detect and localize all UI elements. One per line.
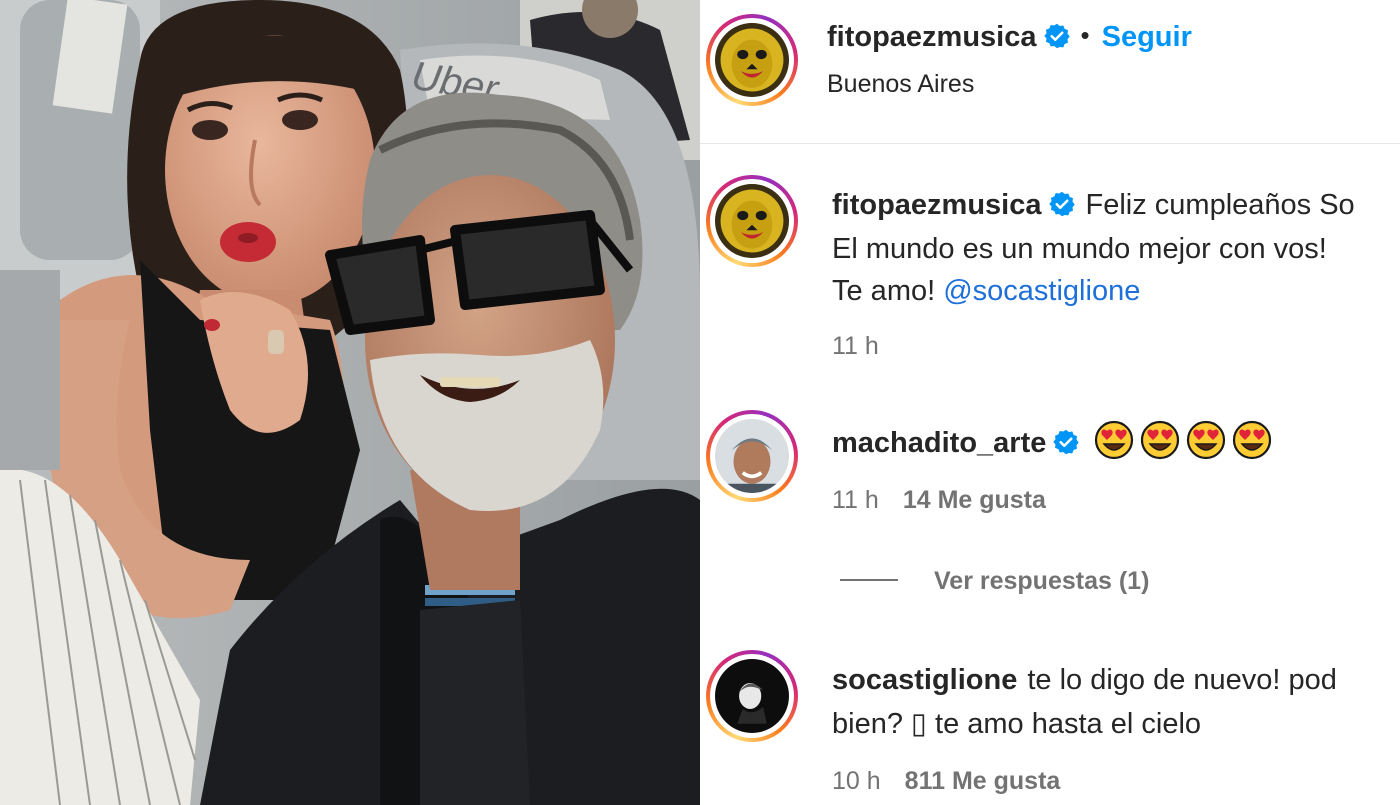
caption-avatar[interactable]	[706, 175, 798, 267]
lion-avatar-icon	[715, 184, 789, 258]
comment-text: te lo digo de nuevo! pod	[1027, 664, 1337, 696]
replies-line-divider	[840, 579, 898, 581]
caption-username[interactable]: fitopaezmusica	[832, 189, 1042, 221]
caption-time[interactable]: 11 h	[832, 332, 879, 360]
commenter-avatar[interactable]	[706, 410, 798, 502]
mention-link[interactable]: @socastiglione	[943, 275, 1140, 307]
commenter-avatar[interactable]	[706, 650, 798, 742]
caption-text: Feliz cumpleaños So	[1085, 189, 1355, 221]
selfie-image: Uber	[0, 0, 700, 805]
comment-2-line-1: socastiglione te lo digo de nuevo! pod	[832, 659, 1337, 701]
caption-timestamp: 11 h	[832, 332, 879, 361]
poster-username[interactable]: fitopaezmusica	[827, 21, 1037, 53]
comment-1-meta: 11 h 14 Me gusta	[832, 486, 1046, 515]
view-replies-button[interactable]: Ver respuestas (1)	[840, 567, 1149, 596]
follow-button[interactable]: Seguir	[1102, 21, 1192, 53]
post-photo[interactable]: Uber	[0, 0, 700, 805]
verified-badge-icon	[1048, 190, 1076, 218]
commenter-username[interactable]: machadito_arte	[832, 427, 1046, 459]
post-details-panel: fitopaezmusica • Seguir Buenos Aires fitop…	[700, 0, 1400, 805]
heart-eyes-emoji-icon	[1232, 420, 1272, 460]
caption-line-1: fitopaezmusica Feliz cumpleaños So	[832, 184, 1355, 226]
verified-badge-icon	[1052, 428, 1080, 456]
person-avatar-icon	[715, 659, 789, 733]
lion-avatar-icon	[715, 23, 789, 97]
comment-1-emojis	[1088, 420, 1272, 460]
poster-avatar[interactable]	[706, 14, 798, 106]
verified-badge-icon	[1043, 22, 1071, 50]
caption-line-3: Te amo! @socastiglione	[832, 270, 1140, 312]
heart-eyes-emoji-icon	[1094, 420, 1134, 460]
caption-line-2: El mundo es un mundo mejor con vos!	[832, 233, 1327, 265]
comment-2-meta: 10 h 811 Me gusta	[832, 767, 1060, 796]
comment-time[interactable]: 10 h	[832, 767, 881, 795]
commenter-username[interactable]: socastiglione	[832, 664, 1017, 696]
comment-2-line-2: bien? ▯ te amo hasta el cielo	[832, 708, 1202, 740]
person-avatar-icon	[715, 419, 789, 493]
comment-likes[interactable]: 811 Me gusta	[905, 767, 1061, 795]
separator-dot: •	[1080, 20, 1090, 50]
comment-1-body: machadito_arte	[832, 420, 1272, 464]
heart-eyes-emoji-icon	[1186, 420, 1226, 460]
post-location[interactable]: Buenos Aires	[827, 70, 974, 99]
comment-likes[interactable]: 14 Me gusta	[903, 486, 1046, 514]
post-header: fitopaezmusica • Seguir	[827, 20, 1192, 54]
heart-eyes-emoji-icon	[1140, 420, 1180, 460]
comment-time[interactable]: 11 h	[832, 486, 879, 514]
header-divider	[700, 143, 1400, 144]
caption-text: Te amo!	[832, 275, 936, 307]
view-replies-label: Ver respuestas (1)	[934, 567, 1150, 595]
